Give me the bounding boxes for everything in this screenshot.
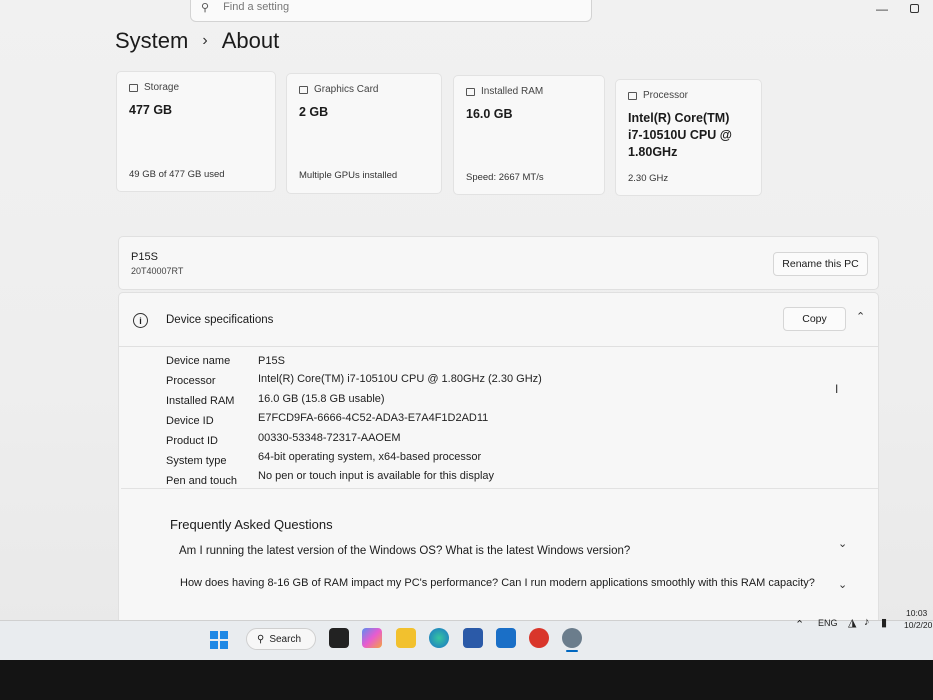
settings-search-box[interactable]: ⚲ Find a setting xyxy=(190,0,592,22)
task-view-icon[interactable] xyxy=(329,628,349,648)
language-indicator[interactable]: ENG xyxy=(818,618,838,628)
search-icon: ⚲ xyxy=(257,633,265,645)
chevron-up-icon[interactable]: ⌃ xyxy=(795,618,804,631)
chevron-down-icon[interactable]: ⌄ xyxy=(838,578,847,591)
spec-value: No pen or touch input is available for t… xyxy=(258,470,495,482)
ram-icon xyxy=(466,87,475,96)
outlook-icon[interactable] xyxy=(496,628,516,648)
spec-label: System type xyxy=(166,455,227,467)
taskbar-search-label: Search xyxy=(269,633,302,645)
spec-value: 16.0 GB (15.8 GB usable) xyxy=(258,393,385,405)
spec-label: Processor xyxy=(166,375,216,387)
chevron-up-icon[interactable]: ⌃ xyxy=(856,310,865,323)
divider xyxy=(121,488,878,489)
spec-label: Device ID xyxy=(166,415,214,427)
text-cursor-icon: I xyxy=(835,382,839,396)
card-value: Intel(R) Core(TM) i7-10510U CPU @ 1.80GH… xyxy=(628,110,732,161)
app-icon[interactable] xyxy=(529,628,549,648)
file-explorer-icon[interactable] xyxy=(396,628,416,648)
clock-time[interactable]: 10:03 xyxy=(906,608,927,618)
active-app-indicator xyxy=(566,650,578,652)
spec-value: 00330-53348-72317-AAOEM xyxy=(258,432,401,444)
card-value: 2 GB xyxy=(299,105,329,119)
chevron-right-icon: › xyxy=(202,32,208,49)
ram-card[interactable]: Installed RAM 16.0 GB Speed: 2667 MT/s xyxy=(453,75,605,195)
store-icon[interactable] xyxy=(463,628,483,648)
wifi-icon[interactable]: ◮ xyxy=(848,616,856,629)
spec-label: Pen and touch xyxy=(166,475,237,487)
breadcrumb: System › About xyxy=(115,28,279,54)
taskbar-search[interactable]: ⚲ Search xyxy=(246,628,316,650)
spec-value: 64-bit operating system, x64-based proce… xyxy=(258,451,482,463)
page-title: About xyxy=(221,28,280,53)
graphics-card[interactable]: Graphics Card 2 GB Multiple GPUs install… xyxy=(286,73,442,194)
processor-card[interactable]: Processor Intel(R) Core(TM) i7-10510U CP… xyxy=(615,79,762,196)
graphics-card-icon xyxy=(299,85,308,94)
edge-icon[interactable] xyxy=(429,628,449,648)
card-sub: 2.30 GHz xyxy=(628,173,669,184)
copy-button[interactable]: Copy xyxy=(783,307,846,331)
faq-title: Frequently Asked Questions xyxy=(170,517,333,532)
battery-icon[interactable]: ▮ xyxy=(881,616,887,629)
spec-label: Device name xyxy=(166,355,231,367)
card-title: Storage xyxy=(144,82,180,93)
pc-name-panel: P15S 20T40007RT xyxy=(118,236,879,290)
spec-label: Installed RAM xyxy=(166,395,235,407)
spec-value: P15S xyxy=(258,355,285,367)
faq-question[interactable]: How does having 8-16 GB of RAM impact my… xyxy=(180,577,820,589)
card-title: Processor xyxy=(643,90,689,101)
minimize-button[interactable]: — xyxy=(876,2,888,16)
card-sub: Multiple GPUs installed xyxy=(299,170,398,181)
volume-icon[interactable]: ♪ xyxy=(864,616,870,628)
card-title: Graphics Card xyxy=(314,84,379,95)
search-icon: ⚲ xyxy=(201,1,210,14)
info-icon: i xyxy=(133,313,148,328)
specs-title: Device specifications xyxy=(166,314,274,326)
pc-name: P15S xyxy=(131,251,158,263)
card-value-line: i7-10510U CPU @ xyxy=(628,128,732,142)
processor-icon xyxy=(628,91,637,100)
spec-value: E7FCD9FA-6666-4C52-ADA3-E7A4F1D2AD11 xyxy=(258,412,489,424)
copilot-icon[interactable] xyxy=(362,628,382,648)
settings-window: ⚲ Find a setting — System › About Storag… xyxy=(0,0,933,628)
card-title: Installed RAM xyxy=(481,86,544,97)
breadcrumb-system[interactable]: System xyxy=(115,28,188,54)
storage-card[interactable]: Storage 477 GB 49 GB of 477 GB used xyxy=(116,71,276,192)
clock-date[interactable]: 10/2/20 xyxy=(904,620,932,630)
search-input[interactable]: Find a setting xyxy=(223,1,289,13)
spec-label: Product ID xyxy=(166,435,218,447)
restore-button[interactable] xyxy=(910,4,919,13)
chevron-down-icon[interactable]: ⌄ xyxy=(838,537,847,550)
screen-bezel xyxy=(0,660,933,700)
rename-pc-button[interactable]: Rename this PC xyxy=(773,252,868,276)
faq-question[interactable]: Am I running the latest version of the W… xyxy=(179,545,630,557)
start-icon[interactable] xyxy=(210,631,228,649)
spec-value: Intel(R) Core(TM) i7-10510U CPU @ 1.80GH… xyxy=(258,373,542,385)
pc-model: 20T40007RT xyxy=(131,266,184,276)
storage-icon xyxy=(129,83,138,92)
card-value-line: 1.80GHz xyxy=(628,145,678,159)
card-value: 477 GB xyxy=(129,103,173,117)
settings-gear-icon[interactable] xyxy=(562,628,582,648)
card-value: 16.0 GB xyxy=(466,107,513,121)
card-value-line: Intel(R) Core(TM) xyxy=(628,111,730,125)
divider xyxy=(119,346,878,347)
card-sub: 49 GB of 477 GB used xyxy=(129,169,225,180)
card-sub: Speed: 2667 MT/s xyxy=(466,172,544,183)
